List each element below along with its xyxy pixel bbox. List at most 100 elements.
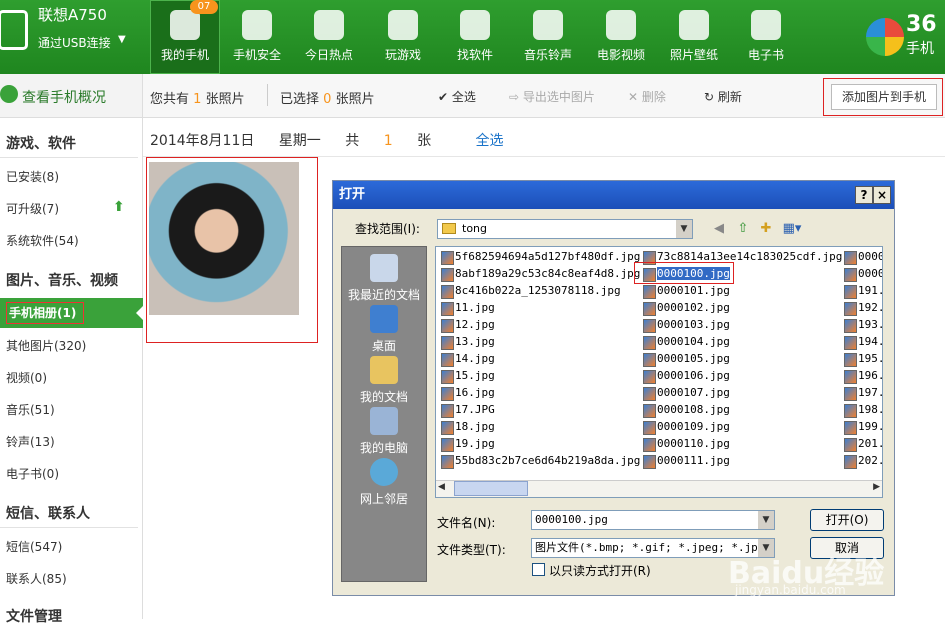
file-item[interactable]: 13.jpg [439, 333, 495, 350]
chevron-down-icon[interactable]: ▼ [758, 511, 774, 529]
file-item[interactable]: 0000101.jpg [641, 282, 730, 299]
back-icon[interactable]: ◀ [710, 220, 728, 238]
file-item[interactable]: 195. [842, 350, 882, 367]
export-button[interactable]: ⇨ 导出选中图片 [509, 88, 595, 105]
chevron-down-icon[interactable]: ▼ [676, 220, 692, 238]
nav-label: 照片壁纸 [669, 48, 718, 62]
file-item[interactable]: 0000111.jpg [641, 452, 730, 469]
film-icon [606, 10, 636, 40]
sidebar-item-video[interactable]: 视频(0) [6, 369, 47, 386]
file-item[interactable]: 0000 [842, 265, 882, 282]
book-icon [751, 10, 781, 40]
file-item[interactable]: 0000103.jpg [641, 316, 730, 333]
file-item[interactable]: 15.jpg [439, 367, 495, 384]
file-item[interactable]: 12.jpg [439, 316, 495, 333]
nav-star[interactable]: 今日热点 [294, 0, 364, 74]
overview-icon [0, 85, 18, 103]
overview-button[interactable]: 查看手机概况 [0, 74, 143, 118]
file-item[interactable]: 192. [842, 299, 882, 316]
file-item[interactable]: 196. [842, 367, 882, 384]
scroll-right-icon[interactable]: ▶ [873, 482, 880, 492]
file-item[interactable]: 197. [842, 384, 882, 401]
recent-docs-icon [370, 254, 398, 282]
file-item[interactable]: 8c416b022a_1253078118.jpg [439, 282, 621, 299]
sidebar-item-sms[interactable]: 短信(547) [6, 538, 62, 555]
nav-bag[interactable]: 找软件 [440, 0, 510, 74]
file-item[interactable]: 194. [842, 333, 882, 350]
file-item[interactable]: 8abf189a29c53c84c8eaf4d8.jpg [439, 265, 640, 282]
network-globe-icon [370, 458, 398, 486]
photo-thumbnail[interactable] [149, 162, 299, 315]
file-item[interactable]: 193. [842, 316, 882, 333]
file-item[interactable]: 5f682594694a5d127bf480df.jpg [439, 248, 640, 265]
date-select-all-link[interactable]: 全选 [476, 133, 504, 149]
file-item[interactable]: 201. [842, 435, 882, 452]
delete-button[interactable]: ✕ 删除 [628, 88, 666, 105]
add-photo-button[interactable]: 添加图片到手机 [831, 84, 937, 110]
chevron-down-icon[interactable]: ▼ [118, 34, 126, 45]
file-item[interactable]: 17.JPG [439, 401, 495, 418]
file-item[interactable]: 0000107.jpg [641, 384, 730, 401]
file-item[interactable]: 55bd83c2b7ce6d64b219a8da.jpg [439, 452, 640, 469]
place-network[interactable]: 网上邻居 [341, 458, 427, 507]
readonly-label: 以只读方式打开(R) [549, 564, 651, 578]
readonly-checkbox[interactable] [532, 563, 545, 576]
up-folder-icon[interactable]: ⇧ [734, 220, 752, 238]
nav-gamepad[interactable]: 玩游戏 [368, 0, 438, 74]
open-button[interactable]: 打开(O) [810, 509, 884, 531]
file-item[interactable]: 0000106.jpg [641, 367, 730, 384]
look-in-select[interactable]: tong [437, 219, 693, 239]
scrollbar-thumb[interactable] [454, 481, 528, 496]
file-item[interactable]: 0000109.jpg [641, 418, 730, 435]
file-item[interactable]: 16.jpg [439, 384, 495, 401]
file-item[interactable]: 191. [842, 282, 882, 299]
place-recent[interactable]: 我最近的文档 [341, 254, 427, 303]
sidebar-item-system[interactable]: 系统软件(54) [6, 232, 79, 249]
nav-film[interactable]: 电影视频 [586, 0, 656, 74]
file-item[interactable]: 19.jpg [439, 435, 495, 452]
file-item[interactable]: 11.jpg [439, 299, 495, 316]
device-name: 联想A750 [38, 6, 107, 24]
close-button[interactable]: × [873, 186, 891, 204]
checkmark-icon: ✔ [438, 90, 449, 104]
device-connection[interactable]: 通过USB连接 [38, 34, 111, 51]
file-item[interactable]: 0000108.jpg [641, 401, 730, 418]
nav-book[interactable]: 电子书 [731, 0, 801, 74]
file-item[interactable]: 0000102.jpg [641, 299, 730, 316]
sidebar-item-other-pictures[interactable]: 其他图片(320) [6, 337, 86, 354]
sidebar-item-upgradable[interactable]: 可升级(7) [6, 200, 59, 217]
file-item[interactable]: 0000105.jpg [641, 350, 730, 367]
nav-shield[interactable]: 手机安全 [222, 0, 292, 74]
refresh-button[interactable]: ↻ 刷新 [704, 88, 742, 105]
file-item[interactable]: 202. [842, 452, 882, 469]
file-item[interactable]: 0000104.jpg [641, 333, 730, 350]
file-item[interactable]: 14.jpg [439, 350, 495, 367]
place-my-computer[interactable]: 我的电脑 [341, 407, 427, 456]
nav-picture[interactable]: 照片壁纸 [659, 0, 729, 74]
file-name-input[interactable]: 0000100.jpg [531, 510, 775, 530]
selected-pointer-icon [136, 306, 143, 320]
highlight-box [634, 262, 734, 284]
sidebar-item-installed[interactable]: 已安装(8) [6, 168, 59, 185]
file-item[interactable]: 199. [842, 418, 882, 435]
file-item[interactable]: 198. [842, 401, 882, 418]
file-item[interactable]: 0000 [842, 248, 882, 265]
place-desktop[interactable]: 桌面 [341, 305, 427, 354]
file-item[interactable]: 0000110.jpg [641, 435, 730, 452]
sidebar-section-sms: 短信、联系人 [6, 506, 90, 522]
sidebar-item-ebook[interactable]: 电子书(0) [6, 465, 59, 482]
help-button[interactable]: ? [855, 186, 873, 204]
file-type-label: 文件类型(T): [437, 543, 506, 557]
scroll-left-icon[interactable]: ◀ [438, 482, 445, 492]
date-bar: 2014年8月11日 星期一 共 1 张 全选 [150, 130, 524, 150]
place-my-documents[interactable]: 我的文档 [341, 356, 427, 405]
view-menu-icon[interactable]: ▦▾ [781, 220, 803, 238]
nav-music[interactable]: 音乐铃声 [513, 0, 583, 74]
file-item[interactable]: 18.jpg [439, 418, 495, 435]
new-folder-icon[interactable]: ✚ [757, 220, 775, 238]
sidebar-item-ringtone[interactable]: 铃声(13) [6, 433, 55, 450]
sidebar-item-music[interactable]: 音乐(51) [6, 401, 55, 418]
sidebar-item-contacts[interactable]: 联系人(85) [6, 570, 67, 587]
sidebar-item-album-label[interactable]: 手机相册(1) [6, 302, 84, 324]
select-all-button[interactable]: ✔ 全选 [438, 88, 476, 105]
